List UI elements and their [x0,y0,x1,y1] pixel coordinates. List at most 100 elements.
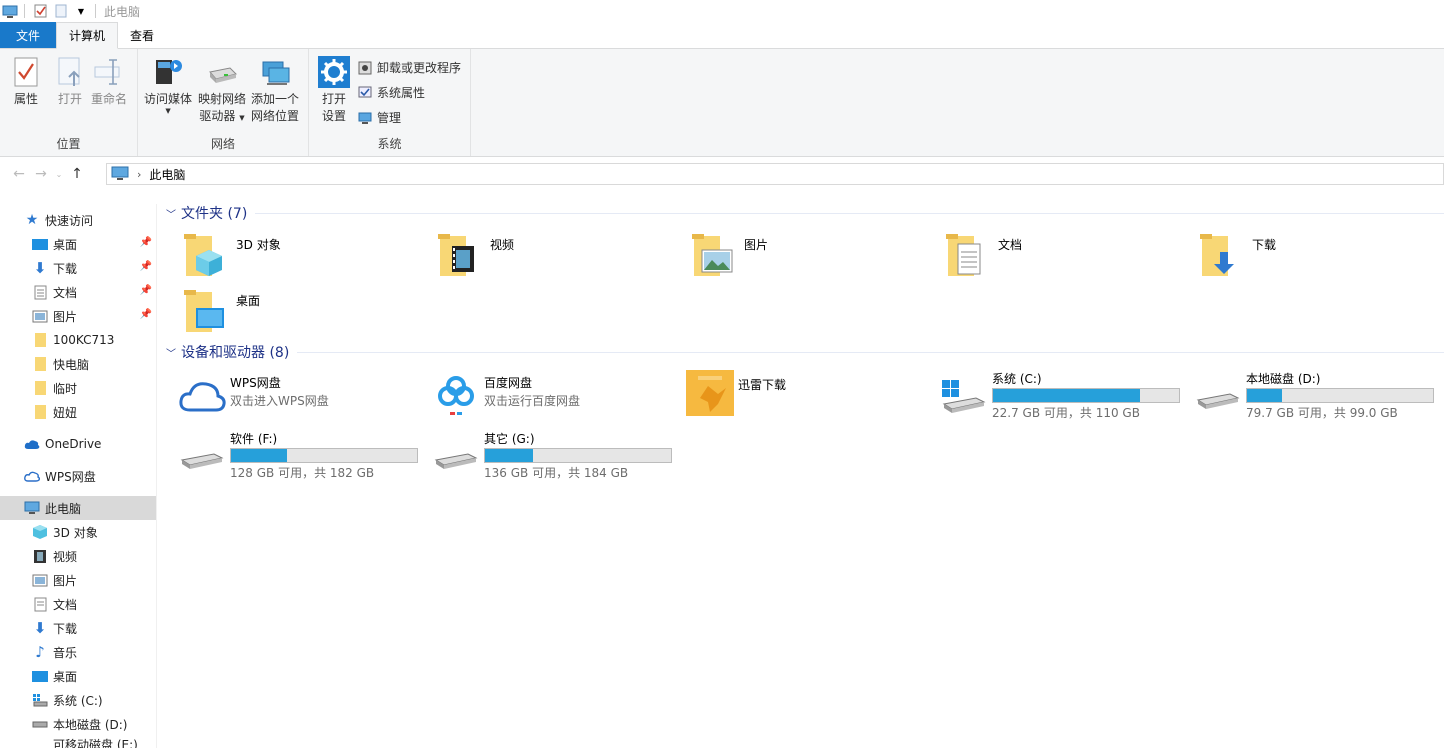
system-drive-icon [32,692,48,708]
folder-desktop[interactable]: 桌面 [182,288,422,340]
manage-button[interactable]: 管理 [357,109,401,126]
nav-qa-folder[interactable]: 妞妞 [0,400,156,424]
nav-label: 3D 对象 [53,525,98,540]
nav-pc-drive-d[interactable]: 本地磁盘 (D:) [0,712,156,736]
nav-label: 快电脑 [53,357,90,372]
baidu-cloud-icon [432,372,480,420]
drive-d-usage-fill [1247,389,1283,402]
tab-view[interactable]: 查看 [118,22,166,48]
open-button[interactable]: 打开 [54,55,86,108]
folder-icon [32,380,48,396]
folders-header-text: 文件夹 (7) [181,206,248,222]
nav-label: 本地磁盘 (D:) [53,717,128,732]
nav-label: 100KC713 [53,333,115,347]
folder-3d-objects[interactable]: 3D 对象 [182,232,422,284]
nav-label: 下载 [53,261,78,276]
properties-icon [10,55,42,89]
pin-icon[interactable]: 📌 [140,237,152,248]
uninstall-button[interactable]: 卸载或更改程序 [357,59,461,76]
nav-qa-folder[interactable]: 快电脑 [0,352,156,376]
devices-header-text: 设备和驱动器 (8) [181,345,290,361]
nav-pc-documents[interactable]: 文档 [0,592,156,616]
add-network-location-button[interactable]: 添加一个 网络位置 [251,55,299,125]
nav-label: 快速访问 [45,213,94,228]
chevron-down-icon: ﹀ [166,209,176,221]
address-path[interactable]: 此电脑 [149,166,185,183]
location-group: 属性 打开 重命名 位置 [0,49,138,156]
drive-icon [32,716,48,732]
nav-qa-downloads[interactable]: ⬇ 下载 📌 [0,256,156,280]
baidu-cloud-item[interactable]: 百度网盘 双击运行百度网盘 [432,372,682,428]
rename-button[interactable]: 重命名 [91,55,127,108]
computer-icon[interactable] [2,4,18,18]
pin-icon[interactable]: 📌 [140,309,152,320]
drive-f-usage-fill [231,449,287,462]
nav-pc-desktop[interactable]: 桌面 [0,664,156,688]
nav-qa-folder[interactable]: 100KC713 [0,328,156,352]
nav-pc-downloads[interactable]: ⬇ 下载 [0,616,156,640]
devices-header[interactable]: ﹀ 设备和驱动器 (8) [166,342,1444,362]
properties-label: 属性 [13,92,38,106]
xunlei-icon [686,368,734,416]
xunlei-item[interactable]: 迅雷下载 [686,368,936,424]
baidu-name: 百度网盘 [484,376,533,390]
nav-pc-drive-c[interactable]: 系统 (C:) [0,688,156,712]
properties-icon[interactable] [33,4,49,18]
recent-chevron-icon[interactable]: ⌄ [52,163,66,185]
pin-icon[interactable]: 📌 [140,261,152,272]
divider [297,351,1444,353]
drive-g-usage-bar [484,448,672,463]
folder-videos[interactable]: 视频 [436,232,676,284]
address-input[interactable]: › 此电脑 [106,163,1444,185]
nav-pc-pictures[interactable]: 图片 [0,568,156,592]
chevron-down-icon[interactable]: ▼ [73,4,89,18]
nav-qa-documents[interactable]: 文档 📌 [0,280,156,304]
music-icon: ♪ [35,643,45,661]
drive-g[interactable]: 其它 (G:) 136 GB 可用，共 184 GB [432,430,682,486]
drive-f-space: 128 GB 可用，共 182 GB [230,466,375,480]
network-location-icon [259,55,291,89]
nav-wps[interactable]: WPS网盘 [0,464,156,488]
nav-pc-videos[interactable]: 视频 [0,544,156,568]
drive-c[interactable]: 系统 (C:) 22.7 GB 可用，共 110 GB [940,370,1190,426]
tab-computer[interactable]: 计算机 [56,22,119,49]
chevron-right-icon[interactable]: › [137,168,141,181]
pin-icon[interactable]: 📌 [140,285,152,296]
title-bar: ▼ 此电脑 [0,0,1444,22]
tab-file[interactable]: 文件 [0,22,56,48]
open-settings-label-1: 打开 [321,92,346,106]
open-settings-button[interactable]: 打开 设置 [318,55,350,125]
nav-pc-music[interactable]: ♪ 音乐 [0,640,156,664]
folders-header[interactable]: ﹀ 文件夹 (7) [166,203,1444,223]
access-media-button[interactable]: 访问媒体 ▼ [144,55,192,115]
up-icon[interactable]: ↑ [66,163,88,185]
nav-qa-pictures[interactable]: 图片 📌 [0,304,156,328]
wps-cloud-item[interactable]: WPS网盘 双击进入WPS网盘 [178,372,428,428]
3d-objects-icon [182,232,230,280]
forward-icon[interactable]: → [30,163,52,185]
wps-cloud-icon [178,372,226,420]
drive-d[interactable]: 本地磁盘 (D:) 79.7 GB 可用，共 99.0 GB [1194,370,1444,426]
nav-onedrive[interactable]: OneDrive [0,432,156,456]
nav-qa-folder[interactable]: 临时 [0,376,156,400]
system-drive-icon [940,370,988,418]
system-properties-button[interactable]: 系统属性 [357,84,425,101]
new-folder-icon[interactable] [53,4,69,18]
map-drive-button[interactable]: 映射网络 驱动器 ▼ [198,55,246,127]
nav-pc-3d[interactable]: 3D 对象 [0,520,156,544]
folder-downloads[interactable]: 下载 [1198,232,1438,284]
folder-documents[interactable]: 文档 [944,232,1184,284]
back-icon[interactable]: ← [8,163,30,185]
nav-label: WPS网盘 [45,469,96,484]
download-icon: ⬇ [33,619,47,637]
folder-pictures[interactable]: 图片 [690,232,930,284]
nav-pc-drive-e[interactable]: 可移动磁盘 (E:) [0,736,156,748]
nav-quick-access[interactable]: ★ 快速访问 [0,208,156,232]
cloud-icon [24,436,40,452]
nav-this-pc[interactable]: 此电脑 [0,496,156,520]
drive-f[interactable]: 软件 (F:) 128 GB 可用，共 182 GB [178,430,428,486]
nav-qa-desktop[interactable]: 桌面 📌 [0,232,156,256]
properties-button[interactable]: 属性 [10,55,42,108]
ribbon: 属性 打开 重命名 位置 访问媒体 ▼ 映射网络 驱动器 ▼ 添加一个 网络位置… [0,49,1444,157]
divider [255,212,1444,214]
